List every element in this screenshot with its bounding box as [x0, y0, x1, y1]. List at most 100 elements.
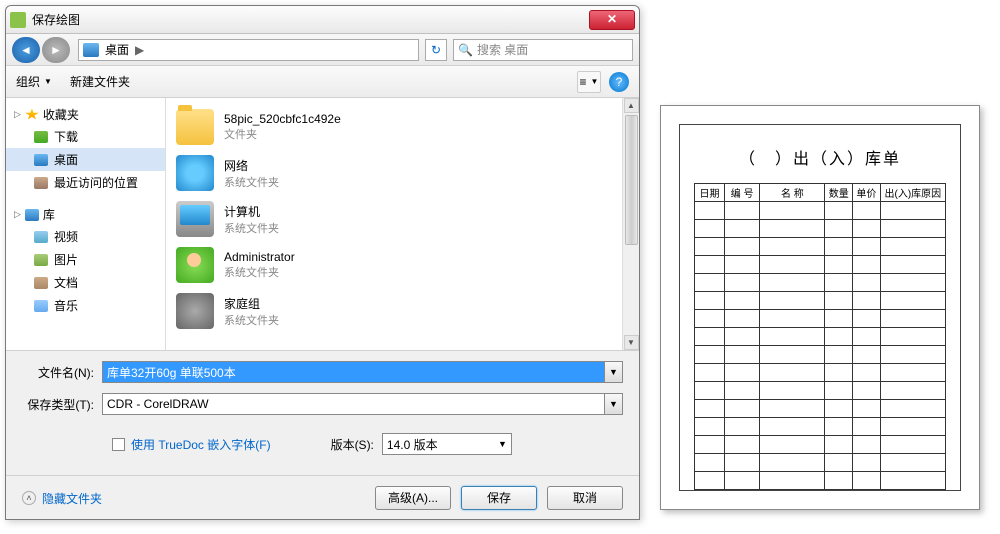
folder-icon [34, 277, 48, 289]
sidebar-item[interactable]: 文档 [6, 271, 165, 294]
search-input[interactable]: 🔍 搜索 桌面 [453, 39, 633, 61]
table-cell [825, 472, 853, 490]
table-cell [880, 364, 945, 382]
sidebar-item-label: 最近访问的位置 [54, 174, 138, 191]
version-select[interactable]: 14.0 版本▼ [382, 433, 512, 455]
table-cell [880, 238, 945, 256]
scroll-thumb[interactable] [625, 115, 638, 245]
table-cell [825, 400, 853, 418]
save-button[interactable]: 保存 [461, 486, 537, 510]
table-cell [760, 220, 825, 238]
folder-icon [34, 177, 48, 189]
help-button[interactable]: ? [609, 72, 629, 92]
table-cell [725, 346, 760, 364]
filetype-dropdown[interactable]: ▼ [605, 393, 623, 415]
favorites-group: ▷ 收藏夹 下载桌面最近访问的位置 [6, 104, 165, 194]
file-item[interactable]: Administrator系统文件夹 [166, 242, 622, 288]
table-cell [853, 220, 881, 238]
table-cell [725, 238, 760, 256]
table-cell [760, 238, 825, 256]
favorites-header[interactable]: ▷ 收藏夹 [6, 104, 165, 125]
table-cell [695, 292, 725, 310]
table-cell [853, 436, 881, 454]
view-button[interactable]: ≡▼ [577, 71, 601, 93]
table-cell [825, 364, 853, 382]
file-item[interactable]: 计算机系统文件夹 [166, 196, 622, 242]
sidebar-item[interactable]: 下载 [6, 125, 165, 148]
file-item[interactable]: 家庭组系统文件夹 [166, 288, 622, 334]
table-cell [880, 418, 945, 436]
table-cell [880, 220, 945, 238]
sidebar: ▷ 收藏夹 下载桌面最近访问的位置 ▷ 库 视频图片文档音乐 [6, 98, 166, 350]
breadcrumb-arrow: ▶ [135, 43, 144, 57]
hidden-folders-toggle[interactable]: ˄ 隐藏文件夹 [22, 490, 102, 507]
file-type: 系统文件夹 [224, 264, 295, 280]
address-bar[interactable]: 桌面 ▶ [78, 39, 419, 61]
organize-button[interactable]: 组织▼ [16, 73, 52, 90]
sidebar-item[interactable]: 桌面 [6, 148, 165, 171]
libraries-header[interactable]: ▷ 库 [6, 204, 165, 225]
table-cell [725, 454, 760, 472]
table-cell [725, 328, 760, 346]
desktop-icon [83, 43, 99, 57]
file-name: 计算机 [224, 203, 279, 220]
table-cell [725, 220, 760, 238]
table-cell [760, 364, 825, 382]
table-cell [760, 436, 825, 454]
table-cell [760, 382, 825, 400]
new-folder-button[interactable]: 新建文件夹 [70, 73, 130, 90]
library-icon [25, 209, 39, 221]
version-label: 版本(S): [331, 436, 374, 453]
table-cell [825, 346, 853, 364]
filename-dropdown[interactable]: ▼ [605, 361, 623, 383]
nav-back-button[interactable]: ◄ [12, 37, 40, 63]
save-dialog: 保存绘图 ✕ ◄ ► 桌面 ▶ ↻ 🔍 搜索 桌面 组织▼ 新建文件夹 ≡▼ ?… [5, 5, 640, 520]
cancel-button[interactable]: 取消 [547, 486, 623, 510]
table-cell [853, 292, 881, 310]
scroll-up-button[interactable]: ▲ [624, 98, 639, 113]
truedoc-checkbox[interactable] [112, 438, 125, 451]
close-button[interactable]: ✕ [589, 10, 635, 30]
table-row [695, 346, 946, 364]
table-cell [853, 238, 881, 256]
table-cell [880, 292, 945, 310]
app-icon [10, 12, 26, 28]
dialog-title: 保存绘图 [32, 11, 589, 28]
star-icon [25, 109, 39, 121]
nav-forward-button[interactable]: ► [42, 37, 70, 63]
file-item[interactable]: 58pic_520cbfc1c492e文件夹 [166, 104, 622, 150]
filetype-select[interactable]: CDR - CorelDRAW [102, 393, 605, 415]
sidebar-item[interactable]: 音乐 [6, 294, 165, 317]
table-cell [825, 382, 853, 400]
sidebar-item[interactable]: 视频 [6, 225, 165, 248]
table-cell [880, 400, 945, 418]
folder-icon [34, 254, 48, 266]
filetype-label: 保存类型(T): [22, 396, 94, 413]
scrollbar[interactable]: ▲ ▼ [622, 98, 639, 350]
table-cell [695, 328, 725, 346]
table-cell [695, 382, 725, 400]
refresh-button[interactable]: ↻ [425, 39, 447, 61]
table-cell [725, 436, 760, 454]
advanced-button[interactable]: 高级(A)... [375, 486, 451, 510]
table-cell [880, 328, 945, 346]
sidebar-item[interactable]: 最近访问的位置 [6, 171, 165, 194]
sidebar-item[interactable]: 图片 [6, 248, 165, 271]
filename-input[interactable]: 库单32开60g 单联500本 [102, 361, 605, 383]
table-cell [853, 346, 881, 364]
folder-icon [34, 131, 48, 143]
footer: ˄ 隐藏文件夹 高级(A)... 保存 取消 [6, 475, 639, 520]
table-cell [725, 202, 760, 220]
table-cell [760, 310, 825, 328]
table-header: 日期 [695, 184, 725, 202]
document-preview: （ ）出（入）库单 日期编 号名 称数量单价出(入)库原因 [660, 105, 980, 510]
file-item[interactable]: 网络系统文件夹 [166, 150, 622, 196]
table-cell [825, 274, 853, 292]
file-name: 58pic_520cbfc1c492e [224, 112, 341, 126]
table-cell [880, 382, 945, 400]
sidebar-item-label: 视频 [54, 228, 78, 245]
table-cell [880, 346, 945, 364]
table-cell [725, 292, 760, 310]
table-cell [825, 256, 853, 274]
scroll-down-button[interactable]: ▼ [624, 335, 639, 350]
